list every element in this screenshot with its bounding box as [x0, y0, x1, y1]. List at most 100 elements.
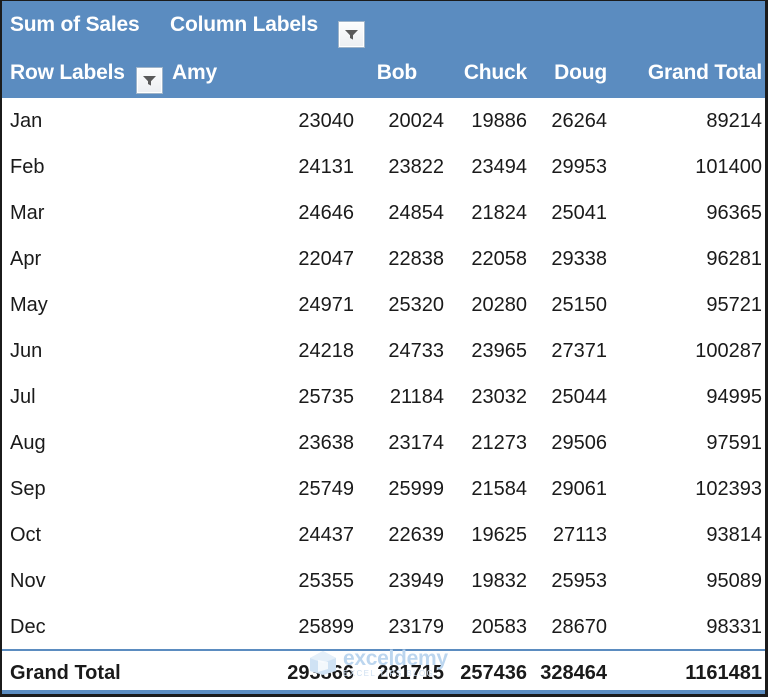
- cell-grand-total: 96281: [706, 248, 762, 270]
- cell-doug: 27371: [551, 340, 607, 362]
- row-label: Sep: [10, 478, 46, 500]
- column-header-grand-total[interactable]: Grand Total: [602, 49, 762, 97]
- cell-bob: 23179: [388, 616, 444, 638]
- cell-amy: 25899: [298, 616, 354, 638]
- cell-chuck: 23494: [471, 156, 527, 178]
- cell-chuck: 23032: [471, 386, 527, 408]
- cell-doug: 27113: [552, 524, 607, 546]
- cell-amy: 25355: [298, 570, 354, 592]
- table-row[interactable]: Jun 24218 24733 23965 27371 100287: [2, 328, 765, 374]
- cell-chuck: 21824: [471, 202, 527, 224]
- cell-amy: 25749: [298, 478, 354, 500]
- cell-chuck: 21273: [471, 432, 527, 454]
- table-row[interactable]: Dec 25899 23179 20583 28670 98331: [2, 604, 765, 650]
- grand-total-row[interactable]: Grand Total 293866 281715 257436 328464 …: [2, 651, 765, 694]
- column-header-doug[interactable]: Doug: [522, 49, 607, 97]
- column-labels-filter-button[interactable]: [338, 21, 365, 48]
- pivot-body: Jan 23040 20024 19886 26264 89214 Feb 24…: [2, 98, 765, 694]
- grand-total-bob: 281715: [377, 662, 444, 684]
- column-header-chuck[interactable]: Chuck: [432, 49, 527, 97]
- cell-grand-total: 101400: [695, 156, 762, 178]
- grand-total-amy: 293866: [287, 662, 354, 684]
- pivot-header-row-bottom: Row Labels Amy Bob Chuck Doug Grand Tota…: [2, 49, 765, 97]
- cell-bob: 23822: [388, 156, 444, 178]
- cell-bob: 22639: [388, 524, 444, 546]
- cell-doug: 25041: [551, 202, 607, 224]
- cell-grand-total: 95721: [706, 294, 762, 316]
- row-label: Jul: [10, 386, 36, 408]
- table-row[interactable]: Jul 25735 21184 23032 25044 94995: [2, 374, 765, 420]
- row-label: Apr: [10, 248, 42, 270]
- cell-doug: 28670: [551, 616, 607, 638]
- cell-chuck: 21584: [471, 478, 527, 500]
- cell-bob: 23174: [388, 432, 444, 454]
- row-labels-filter-button[interactable]: [136, 67, 163, 94]
- row-label: Feb: [10, 156, 45, 178]
- cell-bob: 21184: [389, 386, 444, 408]
- cell-amy: 23638: [298, 432, 354, 454]
- cell-amy: 23040: [298, 110, 354, 132]
- cell-doug: 29506: [551, 432, 607, 454]
- cell-chuck: 23965: [471, 340, 527, 362]
- cell-doug: 25953: [551, 570, 607, 592]
- grand-total-label: Grand Total: [10, 662, 121, 684]
- cell-chuck: 19625: [471, 524, 527, 546]
- table-row[interactable]: Feb 24131 23822 23494 29953 101400: [2, 144, 765, 190]
- cell-grand-total: 97591: [706, 432, 762, 454]
- cell-doug: 29338: [551, 248, 607, 270]
- table-row[interactable]: Aug 23638 23174 21273 29506 97591: [2, 420, 765, 466]
- column-header-amy[interactable]: Amy: [172, 49, 217, 97]
- row-labels-label: Row Labels: [10, 61, 125, 84]
- cell-doug: 25044: [551, 386, 607, 408]
- row-label: Aug: [10, 432, 46, 454]
- pivot-header-row-top: Sum of Sales Column Labels: [2, 1, 765, 49]
- cell-grand-total: 102393: [695, 478, 762, 500]
- filter-dropdown-icon: [345, 29, 358, 40]
- table-row[interactable]: Sep 25749 25999 21584 29061 102393: [2, 466, 765, 512]
- row-label: May: [10, 294, 48, 316]
- cell-doug: 29061: [551, 478, 607, 500]
- cell-grand-total: 93814: [706, 524, 762, 546]
- table-row[interactable]: Apr 22047 22838 22058 29338 96281: [2, 236, 765, 282]
- row-label: Jun: [10, 340, 43, 362]
- column-header-bob[interactable]: Bob: [302, 49, 417, 97]
- cell-grand-total: 96365: [706, 202, 762, 224]
- cell-doug: 25150: [551, 294, 607, 316]
- table-row[interactable]: Nov 25355 23949 19832 25953 95089: [2, 558, 765, 604]
- cell-chuck: 19832: [471, 570, 527, 592]
- value-field-label: Sum of Sales: [10, 13, 140, 36]
- cell-amy: 24646: [298, 202, 354, 224]
- cell-amy: 24218: [298, 340, 354, 362]
- table-row[interactable]: Jan 23040 20024 19886 26264 89214: [2, 98, 765, 144]
- cell-bob: 24733: [388, 340, 444, 362]
- cell-grand-total: 98331: [706, 616, 762, 638]
- row-label: Oct: [10, 524, 42, 546]
- table-bottom-rule: [2, 690, 765, 694]
- cell-bob: 22838: [388, 248, 444, 270]
- cell-chuck: 19886: [471, 110, 527, 132]
- filter-dropdown-icon: [143, 75, 156, 86]
- cell-grand-total: 89214: [706, 110, 762, 132]
- cell-bob: 20024: [388, 110, 444, 132]
- cell-grand-total: 94995: [706, 386, 762, 408]
- cell-amy: 22047: [298, 248, 354, 270]
- cell-doug: 29953: [551, 156, 607, 178]
- table-row[interactable]: Oct 24437 22639 19625 27113 93814: [2, 512, 765, 558]
- cell-bob: 24854: [388, 202, 444, 224]
- cell-grand-total: 95089: [706, 570, 762, 592]
- grand-total-doug: 328464: [540, 662, 607, 684]
- cell-amy: 25735: [298, 386, 354, 408]
- cell-doug: 26264: [551, 110, 607, 132]
- table-row[interactable]: Mar 24646 24854 21824 25041 96365: [2, 190, 765, 236]
- cell-amy: 24437: [298, 524, 354, 546]
- cell-bob: 25999: [388, 478, 444, 500]
- pivot-table: Sum of Sales Column Labels Row Labels Am…: [0, 0, 768, 697]
- row-label: Jan: [10, 110, 43, 132]
- row-label: Mar: [10, 202, 45, 224]
- row-label: Nov: [10, 570, 46, 592]
- pivot-header: Sum of Sales Column Labels Row Labels Am…: [2, 1, 765, 98]
- cell-chuck: 20280: [471, 294, 527, 316]
- table-row[interactable]: May 24971 25320 20280 25150 95721: [2, 282, 765, 328]
- grand-total-chuck: 257436: [460, 662, 527, 684]
- cell-bob: 25320: [388, 294, 444, 316]
